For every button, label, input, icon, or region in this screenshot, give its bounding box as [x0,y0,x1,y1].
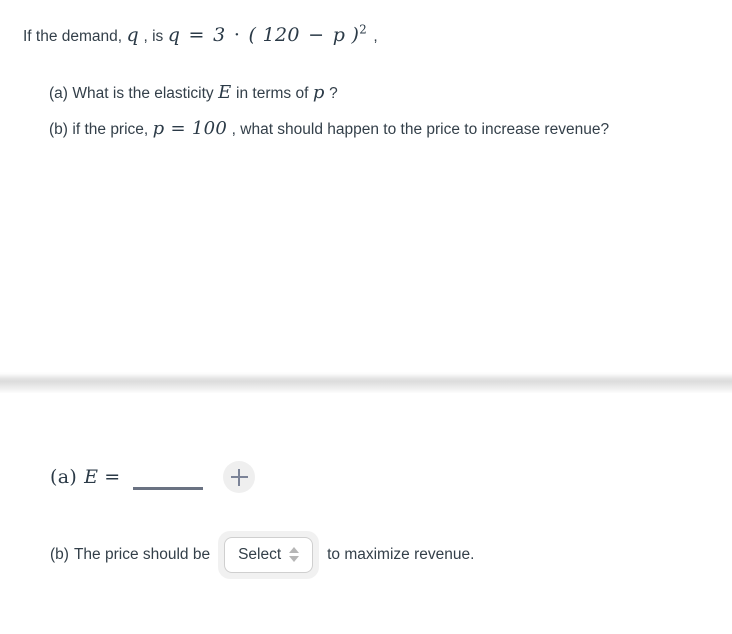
answer-row-b: (b) The price should be Select to maximi… [50,531,474,579]
equation-coefficient: 3 [213,24,226,46]
question-a-text-before: What is the elasticity [72,85,214,102]
question-a-symbol-E: E [218,82,232,103]
problem-stem: If the demand, q , is q = 3 · ( 120 − p … [23,24,378,48]
equation-minus: − [308,24,325,46]
demand-equation: q = 3 · ( 120 − p )2 [168,24,374,46]
answer-a-label: (a) [50,466,78,488]
plus-icon [230,468,248,486]
question-b-label: (b) [49,120,68,138]
equation-constant: 120 [262,24,300,46]
problem-stem-comma: , is [143,28,164,45]
question-list: (a) What is the elasticity E in terms of… [49,82,719,153]
problem-stem-trailing-comma: , [373,28,378,45]
equation-lhs: q [167,24,181,46]
answer-row-a: (a) E = [50,461,256,493]
problem-statement-pane: If the demand, q , is q = 3 · ( 120 − p … [0,0,732,372]
up-down-arrows-icon [289,547,300,563]
answer-b-text-before: The price should be [73,545,211,563]
question-b-price-equation: p = 100 [152,117,228,139]
question-item-a: (a) What is the elasticity E in terms of… [49,82,719,105]
question-b-text-after: , what should happen to the price to inc… [231,120,610,138]
equation-variable-p: p [332,24,346,46]
chevron-down-icon [289,556,300,563]
answer-a-equals: = [104,466,121,488]
problem-stem-lead: If the demand, [23,28,123,45]
answer-b-label: (b) [50,545,69,563]
chevron-up-icon [289,547,300,554]
question-a-question-mark: ? [329,85,338,102]
answer-b-text-after: to maximize revenue. [327,545,475,563]
equation-exponent: 2 [359,22,368,37]
pane-splitter-bar[interactable] [0,372,732,394]
select-value: Select [238,546,282,563]
answer-a-blank-input[interactable] [133,486,204,490]
answer-entry-pane: (a) E = (b) The price should be Select t… [0,393,732,634]
select-wrapper: Select [218,531,320,579]
add-answer-button[interactable] [223,461,256,493]
answer-a-symbol-E: E [84,466,99,488]
question-item-b: (b) if the price, p = 100 , what should … [49,118,719,141]
equation-equals: = [188,24,205,46]
price-direction-select[interactable]: Select [224,537,314,573]
question-a-label: (a) [49,85,68,102]
problem-stem-variable-q: q [126,24,140,46]
equation-dot-operator: · [233,24,241,46]
question-a-symbol-p: p [312,82,325,103]
equation-open-paren: ( [248,24,257,46]
question-a-text-after: in terms of [236,85,309,102]
question-b-text-before: if the price, [72,120,149,138]
